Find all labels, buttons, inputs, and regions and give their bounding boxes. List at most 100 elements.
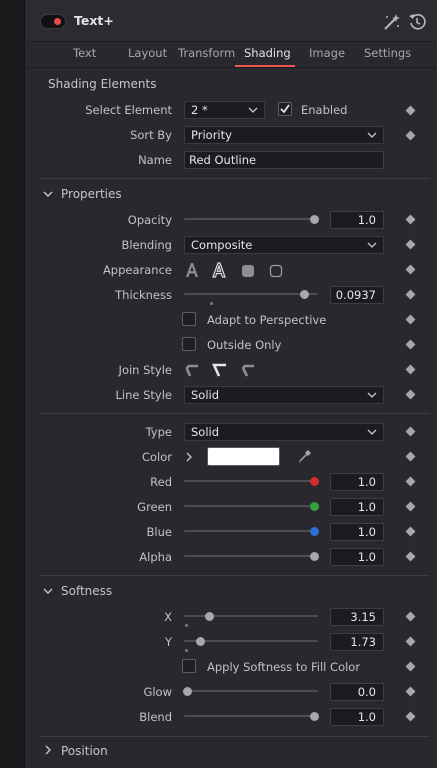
left-gutter	[0, 0, 25, 768]
rect-solid-icon[interactable]	[240, 263, 256, 279]
blending-dropdown[interactable]: Composite	[184, 236, 384, 254]
default-value-marker	[185, 649, 188, 652]
select-element-dropdown[interactable]: 2 *	[184, 101, 265, 119]
glow-slider[interactable]	[184, 690, 318, 692]
chevron-down-icon	[367, 392, 377, 398]
softness-x-label: X	[164, 610, 172, 624]
appearance-label: Appearance	[102, 263, 172, 277]
chevron-down-icon	[367, 429, 377, 435]
opacity-slider[interactable]	[184, 218, 318, 220]
glow-field[interactable]: 0.0	[330, 683, 384, 701]
chevron-down-icon	[248, 107, 258, 113]
green-field[interactable]: 1.0	[330, 498, 384, 516]
line-style-dropdown[interactable]: Solid	[184, 386, 384, 404]
sort-by-dropdown[interactable]: Priority	[184, 126, 384, 144]
softness-y-field[interactable]: 1.73	[330, 633, 384, 651]
divider	[40, 575, 430, 576]
tab-text[interactable]: Text	[73, 46, 96, 60]
blue-label: Blue	[146, 525, 172, 539]
select-element-value: 2 *	[191, 103, 208, 117]
chevron-down-icon	[367, 242, 377, 248]
blue-field[interactable]: 1.0	[330, 523, 384, 541]
blend-label: Blend	[139, 710, 172, 724]
tab-settings[interactable]: Settings	[364, 46, 411, 60]
select-element-label: Select Element	[85, 103, 172, 117]
outside-only-label: Outside Only	[207, 338, 282, 352]
softness-x-field[interactable]: 3.15	[330, 608, 384, 626]
blending-value: Composite	[191, 238, 253, 252]
divider	[40, 178, 430, 179]
alpha-field[interactable]: 1.0	[330, 548, 384, 566]
adapt-to-perspective-label: Adapt to Perspective	[207, 313, 327, 327]
blend-field[interactable]: 1.0	[330, 708, 384, 726]
tool-title: Text+	[74, 13, 114, 28]
blue-slider[interactable]	[184, 530, 318, 532]
enabled-checkbox[interactable]	[278, 102, 292, 116]
opacity-field[interactable]: 1.0	[330, 211, 384, 229]
red-slider-knob[interactable]	[310, 477, 319, 486]
magic-wand-icon[interactable]	[381, 12, 401, 32]
join-round-icon[interactable]	[184, 362, 200, 378]
enabled-label: Enabled	[301, 103, 348, 117]
blue-slider-knob[interactable]	[310, 527, 319, 536]
opacity-label: Opacity	[127, 213, 172, 227]
default-value-marker	[185, 624, 188, 627]
tool-enable-toggle[interactable]	[40, 14, 66, 29]
softness-heading[interactable]: Softness	[61, 584, 112, 598]
alpha-slider[interactable]	[184, 555, 318, 557]
red-slider[interactable]	[184, 480, 318, 482]
default-value-marker	[210, 302, 213, 305]
alpha-slider-knob[interactable]	[310, 552, 319, 561]
softness-x-slider-knob[interactable]	[204, 612, 214, 621]
chevron-right-icon[interactable]	[43, 745, 53, 755]
line-style-label: Line Style	[115, 388, 172, 402]
blend-slider-knob[interactable]	[310, 712, 319, 721]
line-style-value: Solid	[191, 388, 220, 402]
type-dropdown[interactable]: Solid	[184, 423, 384, 441]
divider	[40, 736, 430, 737]
name-label: Name	[138, 153, 172, 167]
type-value: Solid	[191, 425, 220, 439]
tab-layout[interactable]: Layout	[128, 46, 167, 60]
eyedropper-icon[interactable]	[296, 449, 312, 465]
softness-y-slider-knob[interactable]	[195, 637, 205, 646]
thickness-field[interactable]: 0.0937	[330, 286, 384, 304]
toggle-dot	[54, 18, 61, 25]
opacity-slider-knob[interactable]	[310, 215, 319, 224]
sort-by-label: Sort By	[130, 128, 172, 142]
position-heading[interactable]: Position	[61, 744, 108, 758]
checkmark-icon	[280, 104, 290, 114]
name-field[interactable]: Red Outline	[184, 151, 384, 169]
chevron-down-icon[interactable]	[43, 189, 53, 199]
red-field[interactable]: 1.0	[330, 473, 384, 491]
text-outline-icon[interactable]	[211, 262, 227, 278]
softness-y-label: Y	[164, 635, 172, 649]
rect-outline-icon[interactable]	[268, 263, 284, 279]
green-slider-knob[interactable]	[310, 502, 319, 511]
color-swatch[interactable]	[207, 447, 280, 466]
chevron-down-icon[interactable]	[43, 586, 53, 596]
tab-shading[interactable]: Shading	[244, 46, 291, 60]
alpha-label: Alpha	[139, 550, 172, 564]
chevron-right-icon[interactable]	[184, 452, 194, 462]
tab-transform[interactable]: Transform	[178, 46, 235, 60]
blend-slider[interactable]	[184, 715, 318, 717]
join-bevel-icon[interactable]	[240, 362, 256, 378]
adapt-to-perspective-checkbox[interactable]	[182, 312, 196, 326]
thickness-slider[interactable]	[184, 293, 318, 295]
active-tab-indicator	[235, 65, 295, 67]
tab-image[interactable]: Image	[309, 46, 345, 60]
join-style-label: Join Style	[118, 363, 172, 377]
color-label: Color	[141, 450, 172, 464]
green-slider[interactable]	[184, 505, 318, 507]
join-miter-icon[interactable]	[212, 362, 228, 378]
shading-elements-heading: Shading Elements	[48, 77, 157, 91]
thickness-slider-knob[interactable]	[299, 290, 309, 299]
apply-softness-checkbox[interactable]	[182, 659, 196, 673]
outside-only-checkbox[interactable]	[182, 337, 196, 351]
reset-icon[interactable]	[407, 12, 427, 32]
glow-label: Glow	[143, 685, 172, 699]
properties-heading[interactable]: Properties	[61, 187, 122, 201]
text-solid-icon[interactable]	[184, 262, 200, 278]
glow-slider-knob[interactable]	[183, 687, 192, 696]
